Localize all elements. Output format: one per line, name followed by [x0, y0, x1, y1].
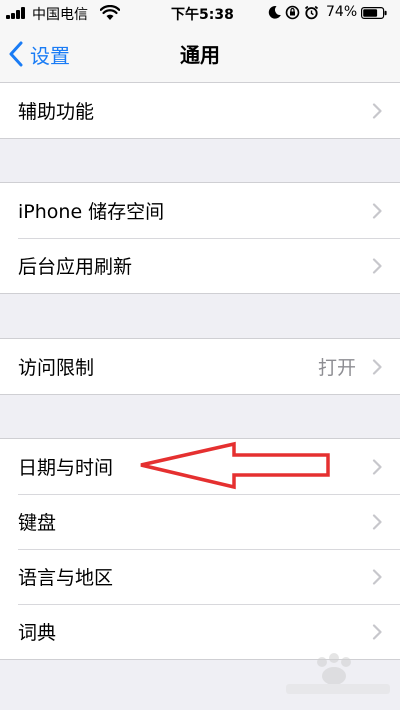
settings-row-background-app-refresh[interactable]: 后台应用刷新	[0, 238, 400, 293]
wifi-icon	[100, 5, 120, 20]
signal-icon	[6, 7, 28, 19]
alarm-icon	[304, 5, 319, 20]
settings-row-language-region[interactable]: 语言与地区	[0, 549, 400, 604]
row-label: 键盘	[18, 512, 57, 534]
settings-group-accessibility: 辅助功能	[0, 82, 400, 139]
moon-icon	[268, 6, 281, 19]
settings-general-screen: 中国电信 下午5:38 74% 设置 通用 辅助功能 iPhone 储存空间 后…	[0, 0, 400, 710]
chevron-right-icon	[372, 458, 382, 475]
watermark-logo	[286, 653, 390, 694]
chevron-right-icon	[372, 202, 382, 219]
settings-row-iphone-storage[interactable]: iPhone 储存空间	[0, 183, 400, 238]
chevron-right-icon	[372, 513, 382, 530]
settings-row-restrictions[interactable]: 访问限制 打开	[0, 339, 400, 394]
status-time: 下午5:38	[171, 7, 234, 23]
orientation-lock-icon	[285, 5, 300, 20]
carrier-label: 中国电信	[32, 7, 88, 23]
settings-row-keyboard[interactable]: 键盘	[0, 494, 400, 549]
row-label: 后台应用刷新	[18, 256, 133, 278]
top-bar: 中国电信 下午5:38 74% 设置 通用	[0, 0, 400, 83]
row-label: 日期与时间	[18, 457, 114, 479]
battery-icon	[361, 7, 387, 19]
row-label: 辅助功能	[18, 101, 95, 123]
chevron-right-icon	[372, 358, 382, 375]
row-label: 访问限制	[18, 357, 95, 379]
chevron-right-icon	[372, 568, 382, 585]
page-title: 通用	[180, 43, 220, 67]
status-bar: 中国电信 下午5:38 74%	[0, 0, 400, 26]
settings-row-dictionary[interactable]: 词典	[0, 604, 400, 659]
settings-row-accessibility[interactable]: 辅助功能	[0, 83, 400, 138]
annotation-arrow	[140, 441, 330, 490]
row-label: 语言与地区	[18, 567, 114, 589]
row-label: 词典	[18, 622, 57, 644]
chevron-right-icon	[372, 102, 382, 119]
chevron-right-icon	[372, 257, 382, 274]
row-value: 打开	[317, 357, 356, 379]
settings-group-storage: iPhone 储存空间 后台应用刷新	[0, 182, 400, 294]
battery-percent: 74%	[326, 4, 358, 20]
settings-group-restrictions: 访问限制 打开	[0, 338, 400, 395]
row-label: iPhone 储存空间	[18, 201, 165, 223]
chevron-right-icon	[372, 623, 382, 640]
navigation-bar: 设置 通用	[0, 26, 400, 82]
